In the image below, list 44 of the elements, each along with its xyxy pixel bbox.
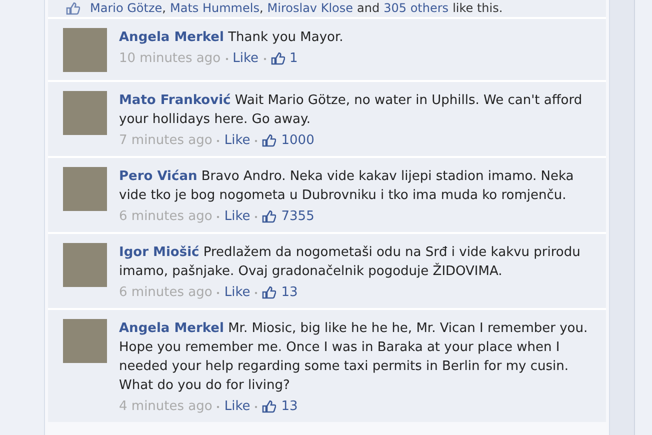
author-link[interactable]: Angela Merkel	[119, 30, 224, 45]
likes-text: ,	[259, 1, 264, 15]
avatar-placeholder	[63, 167, 107, 211]
like-link[interactable]: Like	[232, 51, 259, 66]
liker-link[interactable]: Mario Götze	[90, 1, 162, 15]
like-count: 1	[290, 51, 298, 66]
avatar-placeholder	[63, 91, 107, 135]
thumbs-up-icon	[270, 52, 285, 65]
author-link[interactable]: Pero Vićan	[119, 169, 198, 184]
like-count: 13	[281, 285, 298, 300]
thumbs-up-icon	[262, 286, 276, 299]
comment-text: Angela Merkel Thank you Mayor.	[119, 29, 344, 47]
avatar-placeholder	[63, 28, 107, 72]
comment-time: 7 minutes ago	[119, 133, 212, 148]
avatar-placeholder	[63, 243, 107, 287]
author-link[interactable]: Mato Franković	[119, 93, 231, 108]
avatar-placeholder	[63, 319, 107, 363]
author-link[interactable]: Angela Merkel	[119, 321, 224, 336]
thumbs-up-icon	[262, 210, 276, 223]
like-link[interactable]: Like	[224, 209, 250, 224]
comment-time: 10 minutes ago	[119, 51, 221, 66]
comment-text: Mato Franković Wait Mario Götze, no water in Uphills. We can't afford your hollidays here. Go away.	[119, 92, 584, 129]
thumbs-up-icon	[262, 134, 276, 147]
like-count: 1000	[281, 133, 314, 148]
likes-text: like this.	[452, 1, 503, 15]
comment-text: Igor Miošić Predlažem da nogometaši odu na Srđ i vide kakvu prirodu imamo, pašnjake. Ovaj gradonačelnik pogoduje ŽIDOVIMA.	[119, 244, 582, 281]
comment-time: 6 minutes ago	[119, 209, 212, 224]
comment-time: 4 minutes ago	[119, 399, 212, 414]
like-link[interactable]: Like	[224, 285, 250, 300]
comment-time: 6 minutes ago	[119, 285, 212, 300]
like-link[interactable]: Like	[224, 399, 250, 414]
like-count: 7355	[281, 209, 314, 224]
like-count: 13	[281, 399, 298, 414]
author-link[interactable]: Igor Miošić	[119, 245, 200, 260]
thumbs-up-icon	[66, 2, 80, 14]
likes-text: and	[357, 1, 380, 15]
thumbs-up-icon	[262, 400, 276, 413]
liker-link[interactable]: Miroslav Klose	[267, 1, 354, 15]
liker-link[interactable]: Mats Hummels	[170, 1, 260, 15]
comment-text: Pero Vićan Bravo Andro. Neka vide kakav lijepi stadion imamo. Neka vide tko je bog nogometa u Dubrovniku i tko ima muda ko romjenču.	[119, 168, 575, 205]
comment-text: Angela Merkel Mr. Miosic, big like he he he, Mr. Vican I remember you. Hope you remember me. Once I was in Baraka at your place when I needed your help regarding some taxi permits in Berlin for my cusin. What do you do for living?	[119, 320, 589, 395]
likes-text: ,	[162, 1, 166, 15]
liker-link[interactable]: 305 others	[384, 1, 449, 15]
like-link[interactable]: Like	[224, 133, 250, 148]
